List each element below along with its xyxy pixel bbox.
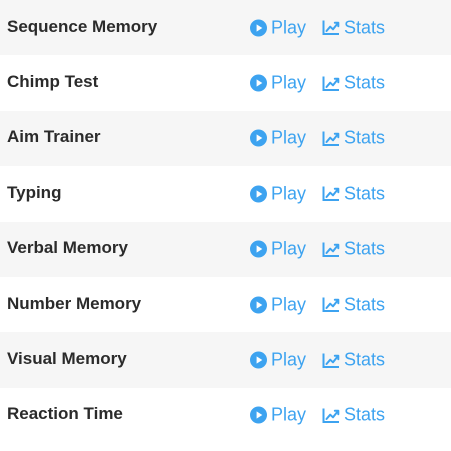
stats-link[interactable]: Stats <box>322 183 385 204</box>
play-circle-icon <box>250 406 267 424</box>
stats-label: Stats <box>344 72 386 93</box>
play-circle-icon <box>250 74 267 92</box>
play-label: Play <box>271 72 307 93</box>
game-row-visual-memory: Visual Memory Play Stats <box>0 332 451 388</box>
line-chart-icon <box>322 407 340 423</box>
stats-label: Stats <box>344 17 386 38</box>
play-label: Play <box>271 294 307 315</box>
game-title: Typing <box>7 183 62 203</box>
play-circle-icon <box>250 296 267 314</box>
game-row-reaction-time: Reaction Time Play Stats <box>0 388 451 443</box>
play-link[interactable]: Play <box>250 17 306 38</box>
stats-link[interactable]: Stats <box>322 17 385 38</box>
stats-link[interactable]: Stats <box>322 350 385 371</box>
game-row-chimp-test: Chimp Test Play Stats <box>0 55 451 110</box>
play-label: Play <box>271 238 307 259</box>
stats-label: Stats <box>344 127 386 148</box>
game-row-aim-trainer: Aim Trainer Play Stats <box>0 110 451 167</box>
play-label: Play <box>271 404 307 425</box>
stats-label: Stats <box>344 349 386 370</box>
stats-label: Stats <box>344 238 386 259</box>
line-chart-icon <box>322 186 340 202</box>
play-link[interactable]: Play <box>250 239 306 260</box>
game-row-verbal-memory: Verbal Memory Play Stats <box>0 221 451 277</box>
play-circle-icon <box>250 129 267 147</box>
game-row-number-memory: Number Memory Play Stats <box>0 277 451 332</box>
play-link[interactable]: Play <box>250 294 306 315</box>
stats-link[interactable]: Stats <box>322 294 385 315</box>
line-chart-icon <box>322 130 340 146</box>
line-chart-icon <box>322 20 340 36</box>
stats-link[interactable]: Stats <box>322 128 385 149</box>
game-row-typing: Typing Play Stats <box>0 166 451 221</box>
game-title: Sequence Memory <box>7 16 158 36</box>
game-title: Verbal Memory <box>7 238 128 258</box>
stats-link[interactable]: Stats <box>322 239 385 260</box>
game-title: Number Memory <box>7 293 142 313</box>
play-circle-icon <box>250 185 267 203</box>
stats-label: Stats <box>344 294 386 315</box>
play-link[interactable]: Play <box>250 183 306 204</box>
line-chart-icon <box>322 75 340 91</box>
stats-link[interactable]: Stats <box>322 73 385 94</box>
stats-label: Stats <box>344 404 386 425</box>
play-label: Play <box>271 349 307 370</box>
line-chart-icon <box>322 352 340 368</box>
play-label: Play <box>271 17 307 38</box>
game-row-sequence-memory: Sequence Memory Play Stats <box>0 0 451 56</box>
play-label: Play <box>271 183 307 204</box>
play-link[interactable]: Play <box>250 73 306 94</box>
game-list: Sequence Memory Play Stats Chimp Test Pl… <box>0 0 451 443</box>
game-title: Visual Memory <box>7 349 127 369</box>
game-title: Chimp Test <box>7 72 99 92</box>
play-link[interactable]: Play <box>250 405 306 426</box>
game-title: Reaction Time <box>7 404 123 424</box>
play-circle-icon <box>250 351 267 369</box>
line-chart-icon <box>322 241 340 257</box>
line-chart-icon <box>322 297 340 313</box>
play-link[interactable]: Play <box>250 350 306 371</box>
game-title: Aim Trainer <box>7 127 101 147</box>
play-circle-icon <box>250 19 267 37</box>
play-circle-icon <box>250 240 267 258</box>
stats-label: Stats <box>344 183 386 204</box>
play-label: Play <box>271 127 307 148</box>
play-link[interactable]: Play <box>250 128 306 149</box>
stats-link[interactable]: Stats <box>322 405 385 426</box>
